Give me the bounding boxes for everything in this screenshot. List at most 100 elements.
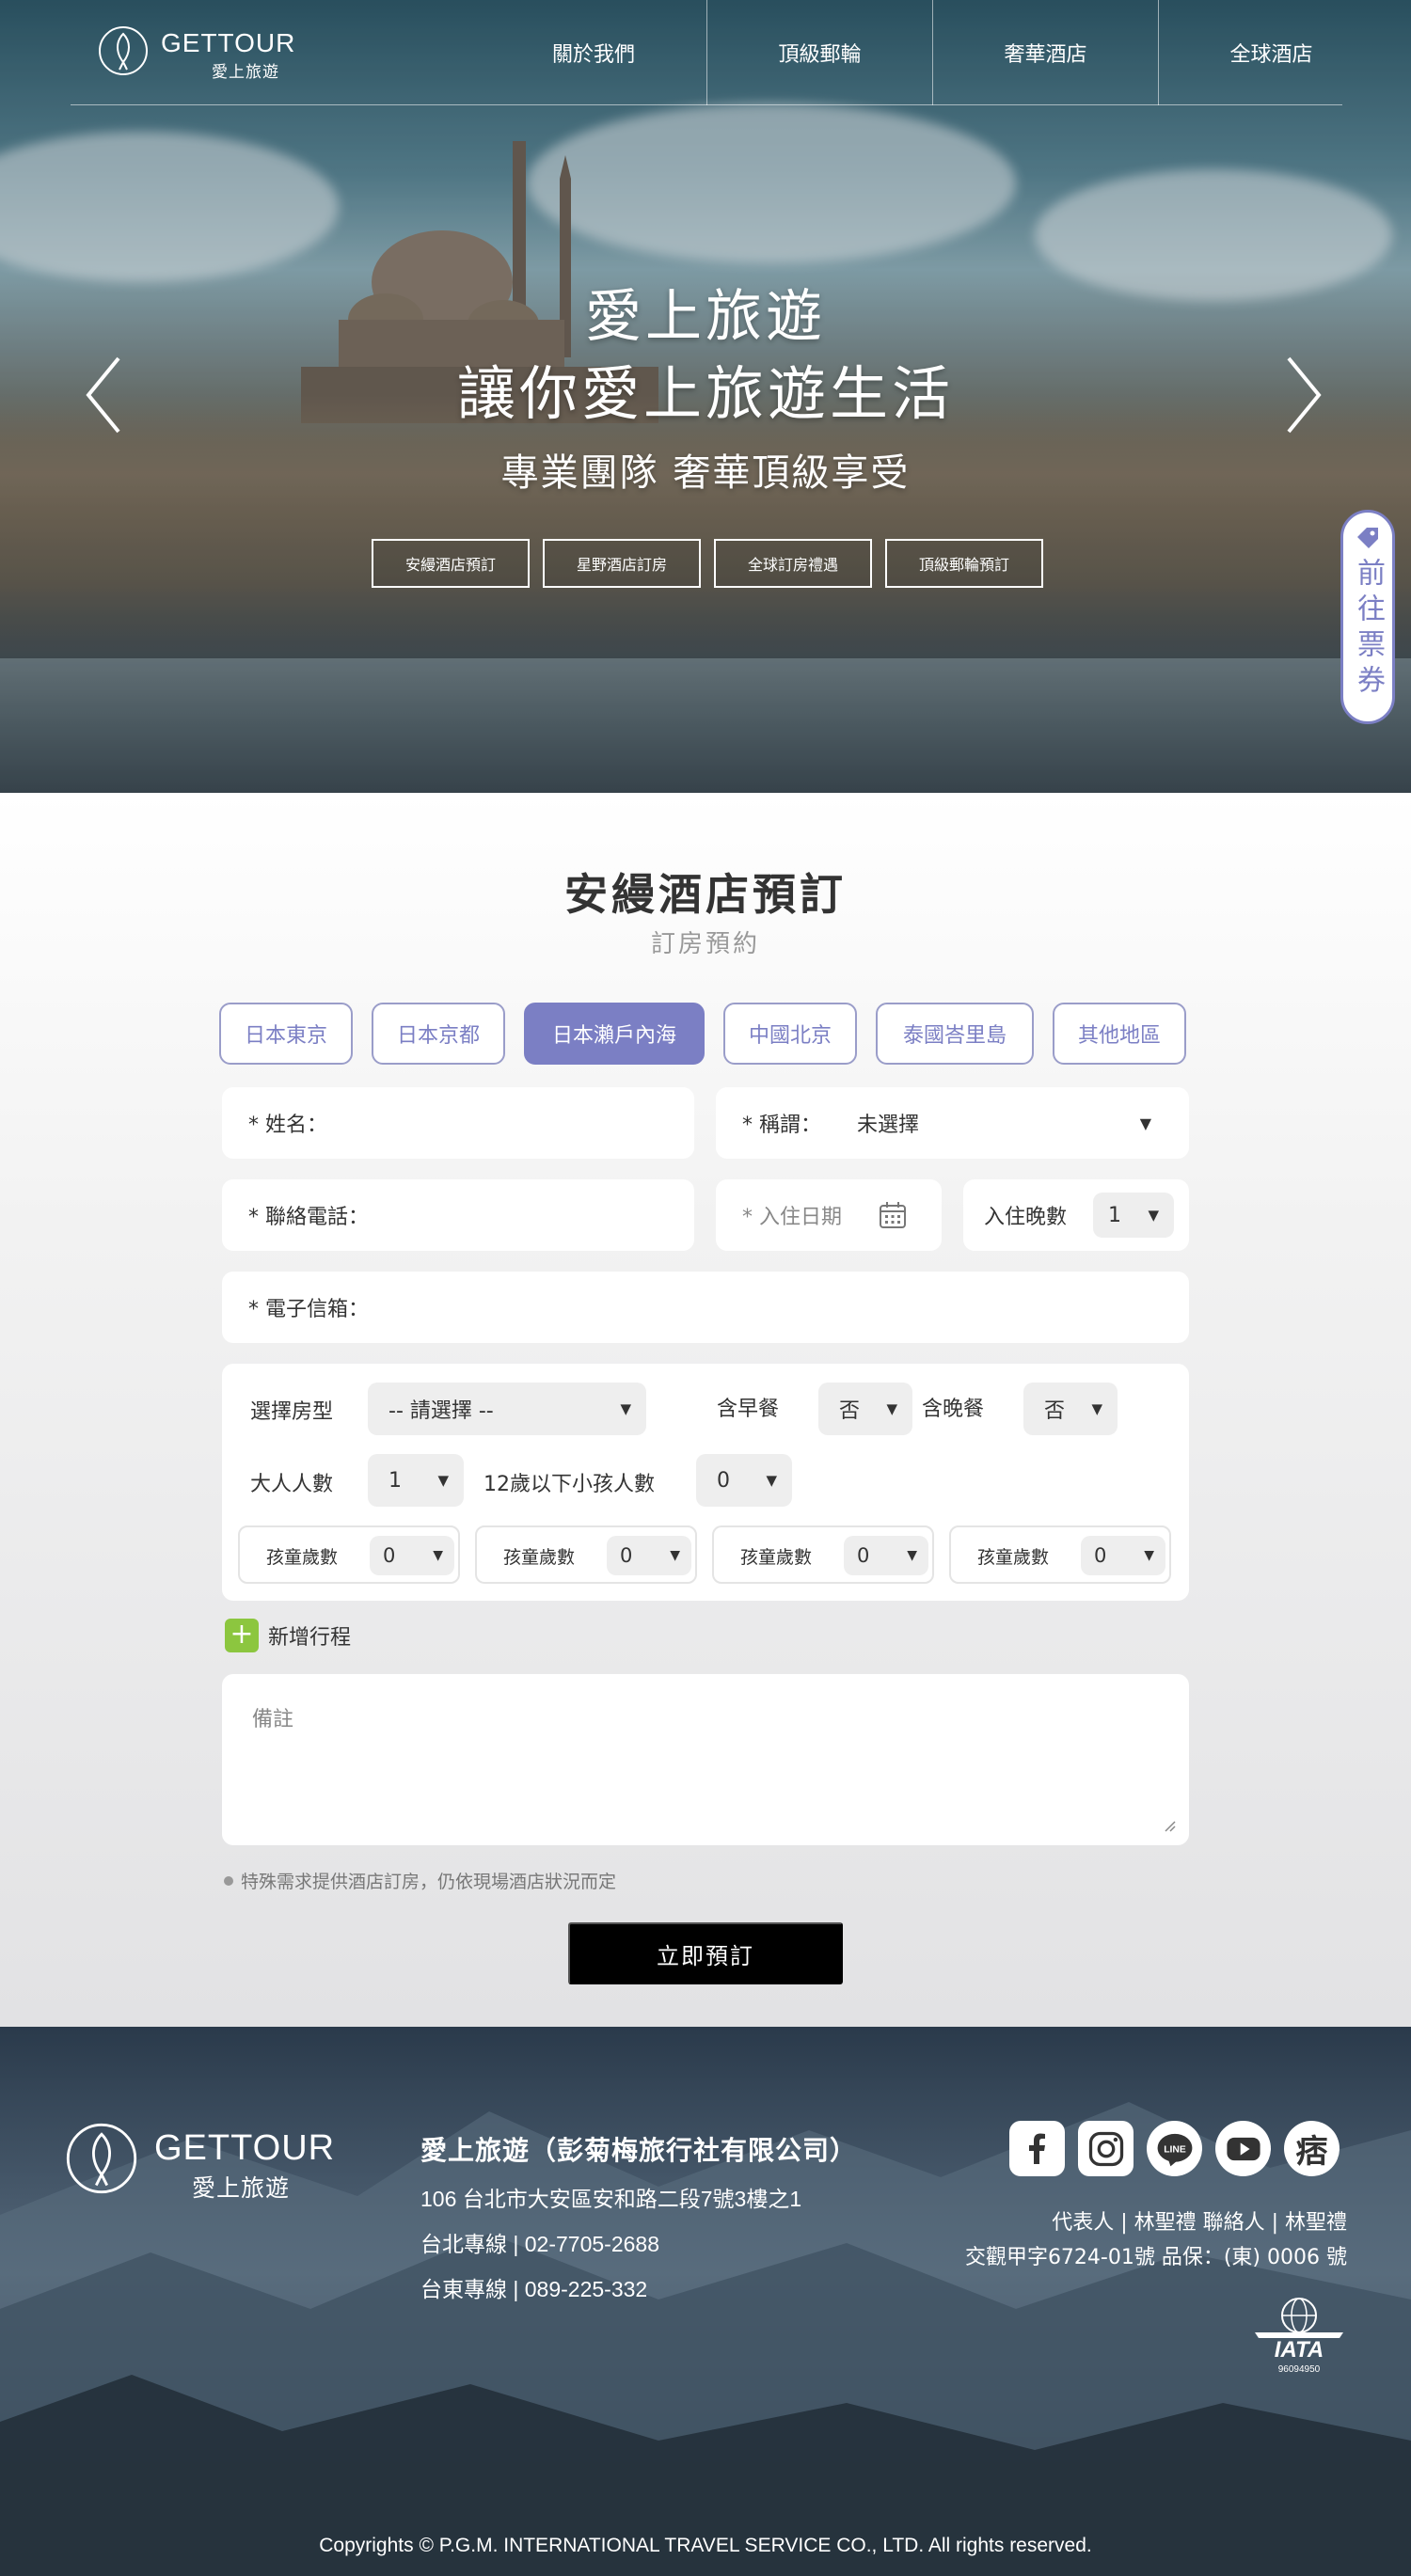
caret-down-icon: ▼ (886, 1400, 897, 1417)
hero-subtitle: 專業團隊 奢華頂級享受 (500, 451, 911, 495)
svg-text:LINE: LINE (1164, 2144, 1186, 2155)
room-type-label: 選擇房型 (250, 1400, 334, 1424)
add-trip-label: 新增行程 (268, 1626, 352, 1650)
plus-icon: + (225, 1619, 259, 1652)
adults-select[interactable]: 1 ▼ (368, 1454, 464, 1507)
child-age-value: 0 (857, 1544, 870, 1567)
breakfast-value: 否 (839, 1399, 861, 1423)
salutation-label: * 稱謂： (742, 1114, 821, 1137)
tab-beijing[interactable]: 中國北京 (723, 1003, 857, 1065)
child-age-select[interactable]: 0 ▼ (370, 1536, 454, 1575)
child-age-3: 孩童歲數 0 ▼ (712, 1525, 934, 1584)
name-field[interactable]: * 姓名： (222, 1087, 694, 1159)
caret-down-icon: ▼ (433, 1548, 443, 1563)
hero-banner: GETTOUR 愛上旅遊 關於我們 頂級郵輪 奢華酒店 全球酒店 愛上旅遊 讓你… (0, 0, 1411, 793)
child-age-select[interactable]: 0 ▼ (1081, 1536, 1165, 1575)
logo-mark-icon (99, 26, 148, 75)
ticket-tab-label: 前往票券 (1352, 558, 1385, 701)
dinner-label: 含晚餐 (922, 1398, 985, 1421)
child-age-label: 孩童歲數 (977, 1547, 1050, 1568)
children-value: 0 (717, 1468, 730, 1493)
tab-other[interactable]: 其他地區 (1053, 1003, 1186, 1065)
instagram-icon[interactable] (1078, 2121, 1134, 2176)
child-age-value: 0 (620, 1544, 633, 1567)
caret-down-icon: ▼ (620, 1400, 631, 1417)
footer-logo[interactable]: GETTOUR 愛上旅遊 (64, 2121, 346, 2205)
checkin-date-field[interactable]: * 入住日期 (716, 1179, 942, 1251)
caret-down-icon: ▼ (1148, 1207, 1159, 1224)
dinner-value: 否 (1044, 1399, 1066, 1423)
representative-line: 代表人 | 林聖禮 聯絡人 | 林聖禮 (1052, 2211, 1347, 2235)
ticket-tab[interactable]: 前往票券 (1340, 510, 1395, 724)
representative-info: 代表人 | 林聖禮 聯絡人 | 林聖禮 交觀甲字6724-01號 品保：(東) … (965, 2205, 1347, 2275)
taipei-phone[interactable]: 台北專線 | 02-7705-2688 (420, 2226, 857, 2258)
notes-placeholder: 備註 (252, 1708, 294, 1731)
nav-menu: 關於我們 頂級郵輪 奢華酒店 全球酒店 (481, 0, 1384, 105)
nav-item-about[interactable]: 關於我們 (481, 0, 706, 105)
caret-down-icon: ▼ (1091, 1400, 1102, 1417)
company-info: 愛上旅遊（彭菊梅旅行社有限公司） 106 台北市大安區安和路二段7號3樓之1 台… (420, 2130, 857, 2303)
tab-bali[interactable]: 泰國峇里島 (876, 1003, 1034, 1065)
child-age-2: 孩童歲數 0 ▼ (475, 1525, 697, 1584)
phone-label: * 聯絡電話： (248, 1206, 369, 1229)
hero-title-line2: 讓你愛上旅遊生活 (456, 359, 954, 428)
child-age-select[interactable]: 0 ▼ (607, 1536, 691, 1575)
tab-kyoto[interactable]: 日本京都 (372, 1003, 505, 1065)
caret-down-icon: ▼ (437, 1472, 449, 1489)
iata-code: 96094950 (1278, 2364, 1321, 2375)
hero-button-hoshino[interactable]: 星野酒店訂房 (543, 539, 701, 588)
company-name: 愛上旅遊（彭菊梅旅行社有限公司） (420, 2135, 858, 2166)
tag-icon (1357, 528, 1378, 548)
line-icon[interactable]: LINE (1147, 2121, 1202, 2176)
caret-down-icon: ▼ (1139, 1114, 1151, 1132)
room-type-value: -- 請選擇 -- (388, 1399, 494, 1423)
child-age-value: 0 (383, 1544, 396, 1567)
caret-down-icon: ▼ (670, 1548, 680, 1563)
notes-textarea[interactable]: 備註 (222, 1674, 1189, 1845)
logo[interactable]: GETTOUR 愛上旅遊 (97, 24, 294, 82)
hero-buttons: 安縵酒店預訂 星野酒店訂房 全球訂房禮遇 頂級郵輪預訂 (372, 539, 1043, 588)
nights-label: 入住晚數 (984, 1206, 1068, 1229)
taitung-phone[interactable]: 台東專線 | 089-225-332 (420, 2271, 857, 2303)
email-label: * 電子信箱： (248, 1298, 369, 1321)
add-trip-button[interactable]: + 新增行程 (225, 1619, 351, 1652)
hero-button-cruise[interactable]: 頂級郵輪預訂 (885, 539, 1043, 588)
breakfast-select[interactable]: 否 ▼ (818, 1383, 912, 1435)
room-options-panel: 選擇房型 -- 請選擇 -- ▼ 含早餐 否 ▼ 含晚餐 否 ▼ 大人人數 1 … (222, 1364, 1189, 1601)
adults-label: 大人人數 (250, 1473, 334, 1496)
pixnet-icon[interactable]: 痞 (1284, 2121, 1340, 2176)
nav-item-cruise[interactable]: 頂級郵輪 (706, 0, 932, 105)
facebook-icon[interactable] (1009, 2121, 1065, 2176)
resize-grip-icon[interactable] (1163, 1819, 1176, 1832)
adults-value: 1 (388, 1468, 402, 1493)
footer: GETTOUR 愛上旅遊 愛上旅遊（彭菊梅旅行社有限公司） 106 台北市大安區… (0, 2027, 1411, 2576)
children-select[interactable]: 0 ▼ (696, 1454, 792, 1507)
nights-select[interactable]: 1 ▼ (1093, 1193, 1174, 1238)
email-field[interactable]: * 電子信箱： (222, 1272, 1189, 1343)
nav-item-global-hotel[interactable]: 全球酒店 (1158, 0, 1384, 105)
phone-field[interactable]: * 聯絡電話： (222, 1179, 694, 1251)
chevron-left-icon[interactable] (81, 353, 126, 437)
hero-button-global[interactable]: 全球訂房禮遇 (714, 539, 872, 588)
logo-mark-icon (66, 2123, 137, 2194)
license-line: 交觀甲字6724-01號 品保：(東) 0006 號 (964, 2246, 1347, 2269)
notice: 特殊需求提供酒店訂房，仍依現場酒店狀況而定 (224, 1868, 616, 1893)
company-address: 106 台北市大安區安和路二段7號3樓之1 (420, 2187, 802, 2211)
child-age-4: 孩童歲數 0 ▼ (949, 1525, 1171, 1584)
dinner-select[interactable]: 否 ▼ (1023, 1383, 1118, 1435)
calendar-icon[interactable] (878, 1200, 908, 1230)
bullet-icon (224, 1875, 233, 1886)
nights-value: 1 (1108, 1203, 1121, 1227)
hero-button-aman[interactable]: 安縵酒店預訂 (372, 539, 530, 588)
child-age-select[interactable]: 0 ▼ (844, 1536, 928, 1575)
submit-button[interactable]: 立即預訂 (568, 1922, 843, 1984)
salutation-select[interactable]: * 稱謂： 未選擇 ▼ (716, 1087, 1189, 1159)
tab-tokyo[interactable]: 日本東京 (219, 1003, 353, 1065)
nav-item-luxury-hotel[interactable]: 奢華酒店 (932, 0, 1158, 105)
chevron-right-icon[interactable] (1281, 353, 1326, 437)
youtube-icon[interactable] (1215, 2121, 1271, 2176)
hero-title-line1: 愛上旅遊 (585, 284, 826, 350)
children-label: 12歲以下小孩人數 (484, 1473, 655, 1496)
room-type-select[interactable]: -- 請選擇 -- ▼ (368, 1383, 646, 1435)
tab-setouchi[interactable]: 日本瀨戶內海 (524, 1003, 705, 1065)
